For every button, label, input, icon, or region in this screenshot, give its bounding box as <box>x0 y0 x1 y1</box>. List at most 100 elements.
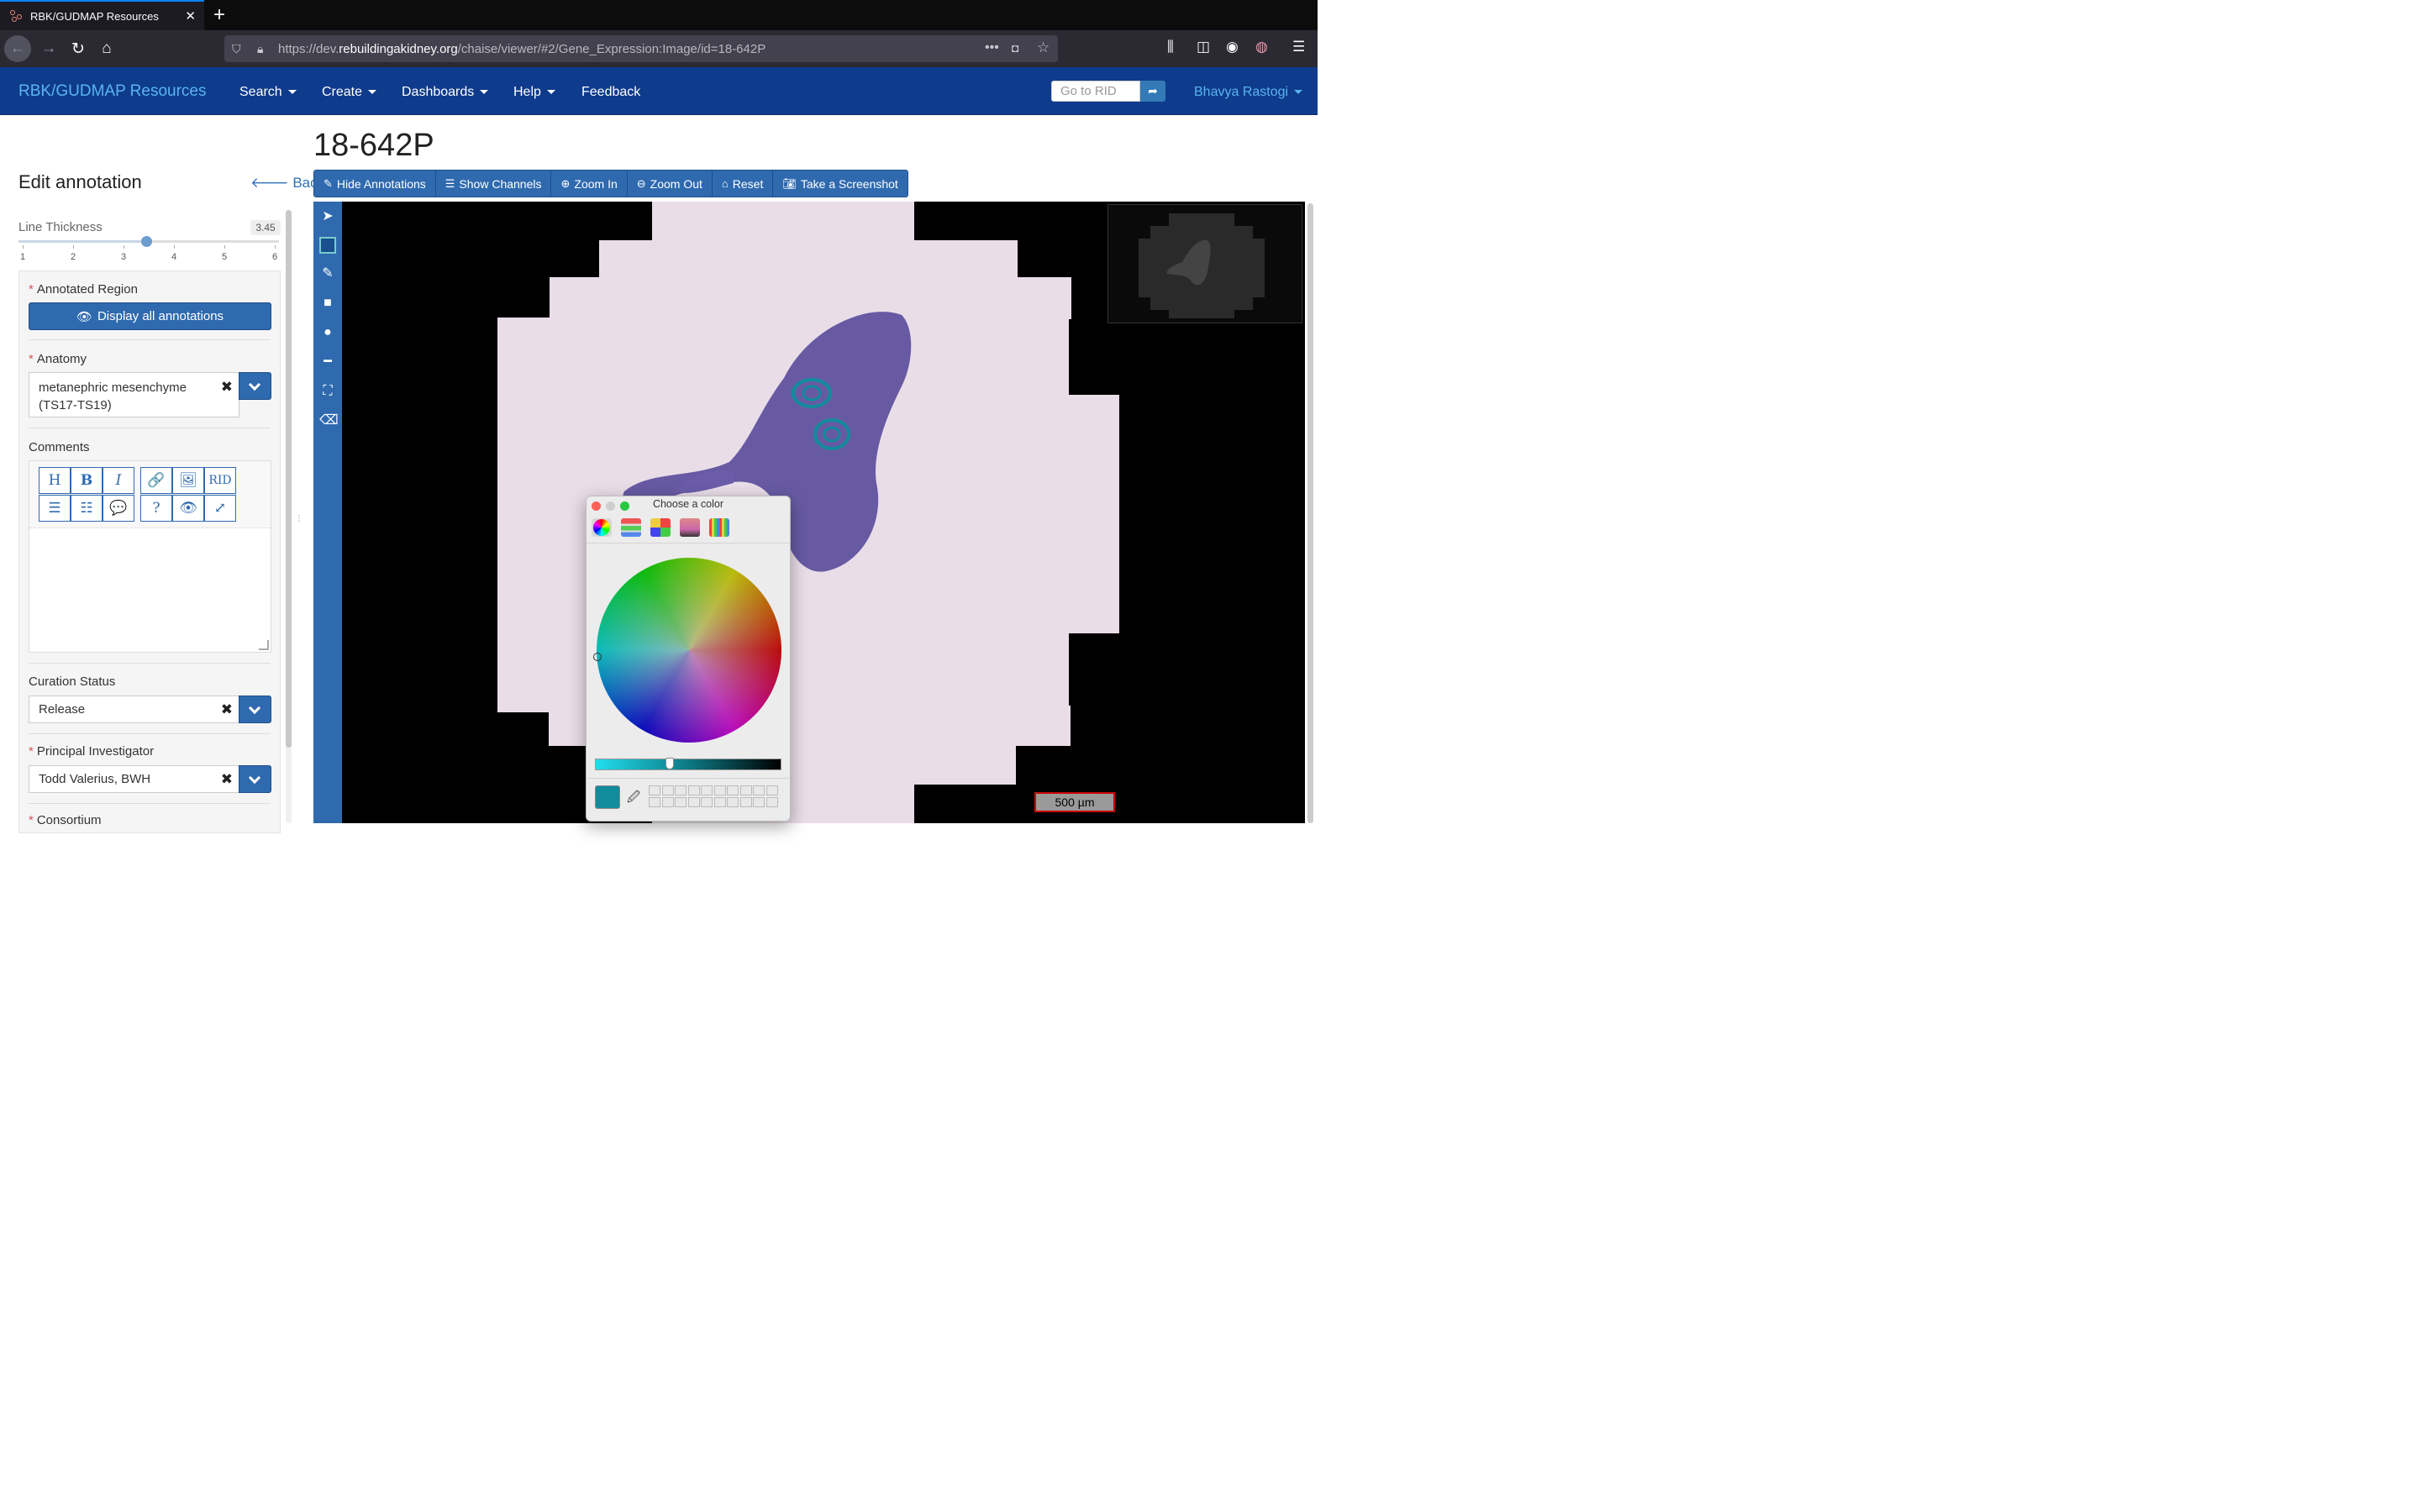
custom-color-cell[interactable] <box>701 785 713 795</box>
brightness-slider[interactable] <box>595 759 781 770</box>
line-icon[interactable]: ━ <box>319 354 336 370</box>
color-sliders-tab[interactable] <box>621 518 641 537</box>
brightness-slider-thumb[interactable] <box>665 758 674 769</box>
reset-button[interactable]: ⌂ Reset <box>712 171 774 197</box>
custom-color-cell[interactable] <box>739 797 752 807</box>
forward-arrow-icon[interactable]: → <box>35 35 62 62</box>
custom-color-cell[interactable] <box>687 797 700 807</box>
bullet-list-button[interactable]: ☰ <box>39 495 71 522</box>
account-icon[interactable]: ◉ <box>1226 39 1239 55</box>
go-to-rid-input[interactable]: Go to RID <box>1051 81 1140 102</box>
sidebar-icon[interactable]: ◫ <box>1197 39 1210 55</box>
menu-feedback[interactable]: Feedback <box>581 85 640 100</box>
menu-help[interactable]: Help <box>513 85 555 100</box>
color-swatch-icon[interactable] <box>319 237 336 254</box>
help-button[interactable]: ? <box>140 495 172 522</box>
custom-color-cell[interactable] <box>753 797 765 807</box>
anatomy-field[interactable]: metanephric mesenchyme (TS17-TS19) ✖ <box>29 372 239 417</box>
link-button[interactable]: 🔗 <box>140 467 172 494</box>
custom-color-cell[interactable] <box>765 797 778 807</box>
italic-button[interactable]: I <box>103 467 134 494</box>
custom-color-cell[interactable] <box>765 785 778 795</box>
menu-dashboards[interactable]: Dashboards <box>402 85 489 100</box>
circle-icon[interactable]: ● <box>319 324 336 341</box>
viewer-scrollbar[interactable] <box>1307 203 1313 823</box>
hide-annotations-button[interactable]: ✎ Hide Annotations <box>314 171 436 197</box>
new-tab-button[interactable]: + <box>213 3 225 27</box>
custom-color-cell[interactable] <box>713 785 726 795</box>
custom-color-cell[interactable] <box>649 785 660 795</box>
shield-icon[interactable]: ⛉ <box>232 42 241 56</box>
hamburger-menu-icon[interactable]: ☰ <box>1292 39 1305 55</box>
reload-icon[interactable]: ↻ <box>65 35 92 62</box>
custom-color-cells[interactable] <box>649 785 778 809</box>
slider-thumb[interactable] <box>141 236 152 247</box>
fullscreen-button[interactable]: ⤢ <box>204 495 236 522</box>
custom-color-cell[interactable] <box>753 785 765 795</box>
numbered-list-button[interactable]: ☷ <box>71 495 103 522</box>
color-palettes-tab[interactable] <box>650 518 671 537</box>
user-menu[interactable]: Bhavya Rastogi <box>1194 85 1303 100</box>
custom-color-cell[interactable] <box>661 785 674 795</box>
rid-button[interactable]: RID <box>204 467 236 494</box>
pointer-icon[interactable]: ➤ <box>319 208 336 225</box>
splitter-handle-icon[interactable]: ⋮ <box>295 514 303 531</box>
custom-color-cell[interactable] <box>713 797 726 807</box>
anatomy-dropdown-button[interactable] <box>239 372 271 400</box>
share-arrow-icon[interactable]: ➦ <box>1140 81 1165 102</box>
principal-investigator-dropdown-button[interactable] <box>239 765 271 793</box>
image-palettes-tab[interactable] <box>680 518 700 537</box>
extension-icon[interactable]: ◍ <box>1255 39 1268 55</box>
current-color-swatch[interactable] <box>595 785 620 809</box>
comment-button[interactable]: 💬 <box>103 495 134 522</box>
custom-color-cell[interactable] <box>701 797 713 807</box>
image-button[interactable]: 🖼 <box>172 467 204 494</box>
menu-create[interactable]: Create <box>322 85 377 100</box>
pencils-tab[interactable] <box>709 518 729 537</box>
overview-navigator[interactable] <box>1107 204 1302 323</box>
more-icon[interactable]: ••• <box>985 40 999 55</box>
clear-x-icon[interactable]: ✖ <box>221 696 233 722</box>
pencil-icon[interactable]: ✎ <box>319 265 336 282</box>
principal-investigator-field[interactable]: Todd Valerius, BWH ✖ <box>29 765 239 793</box>
show-channels-button[interactable]: ☰ Show Channels <box>435 171 552 197</box>
tab-close-icon[interactable]: ✕ <box>185 8 196 24</box>
custom-color-cell[interactable] <box>727 797 739 807</box>
custom-color-cell[interactable] <box>727 785 739 795</box>
resize-handle-icon[interactable] <box>259 640 269 650</box>
custom-color-cell[interactable] <box>661 797 674 807</box>
zoom-out-button[interactable]: ⊖ Zoom Out <box>627 171 713 197</box>
pocket-icon[interactable]: ◘ <box>1012 41 1018 55</box>
color-wheel-tab[interactable] <box>592 518 612 537</box>
take-screenshot-button[interactable]: 📷︎ Take a Screenshot <box>773 171 908 197</box>
heading-button[interactable]: H <box>39 467 71 494</box>
display-all-annotations-button[interactable]: 👁︎ Display all annotations <box>29 302 271 330</box>
clear-x-icon[interactable]: ✖ <box>221 766 233 792</box>
eraser-icon[interactable]: ⌫ <box>319 412 339 429</box>
eyedropper-icon[interactable]: 🖉 <box>627 789 640 810</box>
back-arrow-icon[interactable]: ← <box>4 35 31 62</box>
browser-tab[interactable]: RBK/GUDMAP Resources ✕ <box>0 0 204 30</box>
bold-button[interactable]: B <box>71 467 103 494</box>
brand-logo[interactable]: RBK/GUDMAP Resources <box>18 82 207 101</box>
custom-color-cell[interactable] <box>649 797 660 807</box>
url-bar[interactable]: https://dev. rebuildingakidney.org/chaise… <box>224 35 1058 62</box>
custom-color-cell[interactable] <box>675 797 687 807</box>
clear-x-icon[interactable]: ✖ <box>221 378 233 396</box>
rectangle-icon[interactable]: ■ <box>319 295 336 312</box>
home-icon[interactable]: ⌂ <box>93 35 120 62</box>
menu-search[interactable]: Search <box>239 85 297 100</box>
curation-status-dropdown-button[interactable] <box>239 696 271 723</box>
comments-editor[interactable]: H B I 🔗 🖼 RID ☰ ☷ 💬? 👁 ⤢ <box>29 460 271 653</box>
curation-status-field[interactable]: Release ✖ <box>29 696 239 723</box>
zoom-in-button[interactable]: ⊕ Zoom In <box>551 171 628 197</box>
custom-color-cell[interactable] <box>687 785 700 795</box>
custom-color-cell[interactable] <box>739 785 752 795</box>
library-icon[interactable]: ⫼ <box>1167 39 1174 55</box>
preview-button[interactable]: 👁 <box>172 495 204 522</box>
polygon-icon[interactable]: ⛶ <box>319 383 336 400</box>
panel-scrollbar-thumb[interactable] <box>286 210 292 748</box>
color-crosshair-icon[interactable] <box>593 653 602 661</box>
bookmark-star-icon[interactable]: ☆ <box>1037 39 1050 56</box>
custom-color-cell[interactable] <box>675 785 687 795</box>
